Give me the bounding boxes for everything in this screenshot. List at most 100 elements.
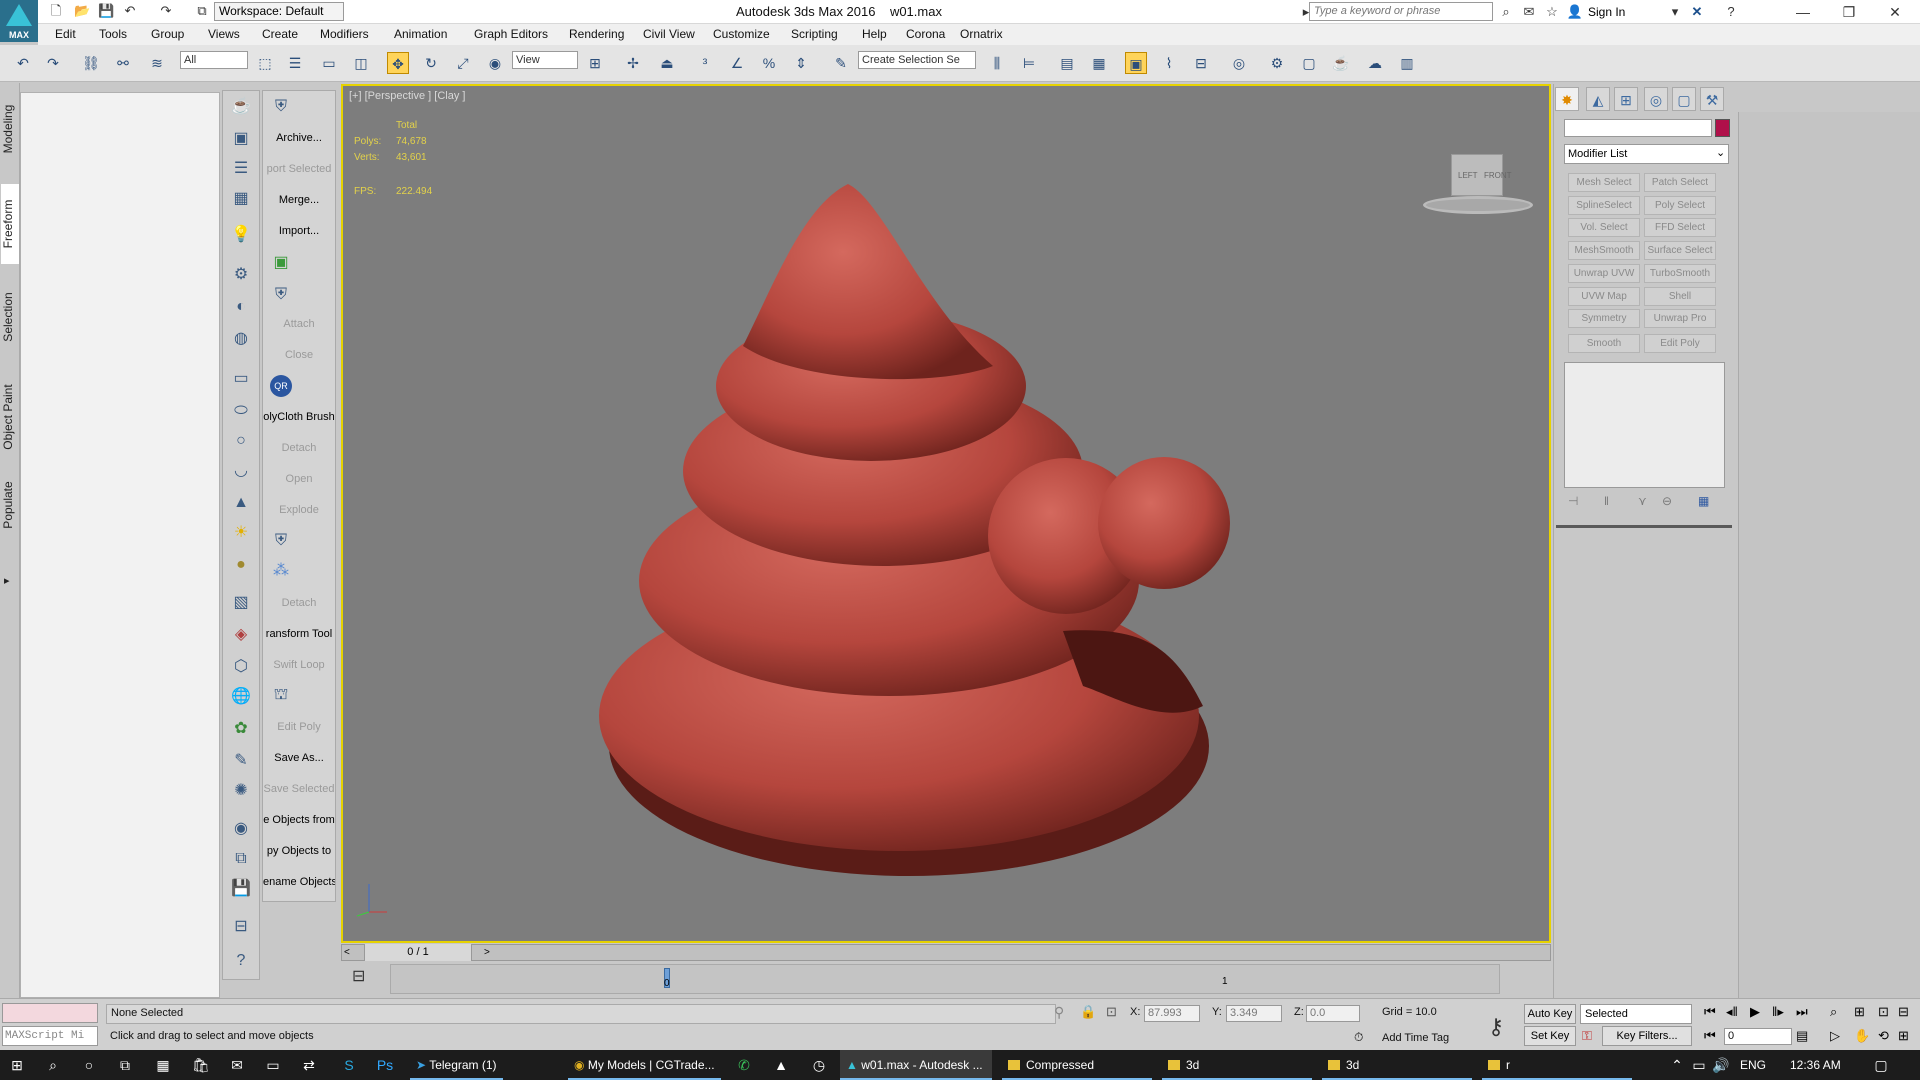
light-bulb-icon[interactable]: 💡 [228,222,254,248]
select-and-move-icon[interactable]: ✥ [387,52,409,74]
spinner-snap-icon[interactable]: ⇕ [790,52,812,74]
task-view-icon[interactable]: ⧉ [116,1056,134,1074]
edit-poly-icon[interactable]: ⛫ [268,682,294,708]
merge-button[interactable]: Merge... [263,189,335,211]
mod-ffd-select[interactable]: FFD Select [1644,218,1716,237]
menu-views[interactable]: Views [208,27,240,41]
current-frame-field[interactable]: 0 [1724,1028,1792,1045]
make-unique-icon[interactable]: ⋎ [1638,494,1647,508]
menu-rendering[interactable]: Rendering [569,27,624,41]
sign-in-dropdown-icon[interactable]: ▾ [1666,3,1684,21]
menu-tools[interactable]: Tools [99,27,127,41]
tray-chevron-up-icon[interactable]: ⌃ [1668,1056,1686,1074]
rectangle-selection-icon[interactable]: ▭ [318,52,340,74]
redo-icon[interactable]: ↷ [42,52,64,74]
menu-scripting[interactable]: Scripting [791,27,838,41]
mod-vol-select[interactable]: Vol. Select [1568,218,1640,237]
render-activeshade-icon[interactable]: ☁ [1364,52,1386,74]
box-primitive-icon[interactable]: ▭ [228,366,254,392]
select-manipulate-icon[interactable]: ✢ [622,52,644,74]
set-key-mode-icon[interactable]: ⚷ [1488,1014,1504,1040]
material-editor-icon[interactable]: ◎ [1228,52,1250,74]
sign-in-button[interactable]: Sign In [1588,5,1625,19]
globe-icon[interactable]: 🌐 [228,684,254,710]
image-viewer-icon[interactable]: ▣ [228,126,254,152]
viewcube-compass-ring[interactable] [1423,196,1533,214]
viewcube-left-face[interactable]: LEFT [1458,171,1478,180]
menu-ornatrix[interactable]: Ornatrix [960,27,1003,41]
track-bar[interactable] [390,964,1500,994]
menu-modifiers[interactable]: Modifiers [320,27,369,41]
monitor-icon[interactable]: ▭ [264,1056,282,1074]
sphere-shaded-icon[interactable]: ◉ [228,816,254,842]
save-as-button[interactable]: Save As... [263,747,335,769]
merge-objects-button[interactable]: e Objects from [263,809,335,831]
curve-editor-icon[interactable]: ⌇ [1158,52,1180,74]
go-to-end-icon[interactable]: ⏭ [1796,1004,1808,1020]
zoom-extents-icon[interactable]: ⊡ [1878,1004,1889,1020]
gear-sphere-icon[interactable]: ✺ [228,778,254,804]
minimize-icon[interactable]: — [1780,0,1826,24]
time-slider-track[interactable] [341,944,1551,961]
set-key-button[interactable]: Set Key [1524,1026,1576,1046]
polycloth-brush-button[interactable]: olyCloth Brush [263,406,335,428]
modifier-stack-icon[interactable]: ◈ [228,622,254,648]
utilities-tab-icon[interactable]: ⚒ [1700,87,1724,111]
app-logo-button[interactable]: MAX [0,0,38,42]
close-button[interactable]: Close [263,344,335,366]
mod-unwrap-uvw[interactable]: Unwrap UVW [1568,264,1640,283]
remove-modifier-icon[interactable]: ⊖ [1662,494,1672,508]
photoshop-icon[interactable]: Ps [376,1056,394,1074]
object-name-field[interactable] [1564,119,1712,137]
auto-key-button[interactable]: Auto Key [1524,1004,1576,1024]
redo-icon[interactable]: ↷ [158,3,174,19]
archive-button[interactable]: Archive... [263,127,335,149]
isolate-selection-icon[interactable]: ⚲ [1054,1004,1064,1021]
tab-object-paint[interactable]: Object Paint [1,377,19,457]
shield-icon-2[interactable]: ⛨ [268,528,294,554]
camera-rig-icon[interactable]: ◍ [228,326,254,352]
workspace-dropdown[interactable]: Workspace: Default [214,2,344,21]
x-coord-field[interactable]: 87.993 [1144,1005,1200,1022]
pin-stack-icon[interactable]: ⊣ [1568,494,1578,508]
clock-app-icon[interactable]: ◷ [810,1056,828,1074]
tab-freeform[interactable]: Freeform [1,184,19,264]
save-selected-button[interactable]: Save Selected [263,778,335,800]
menu-create[interactable]: Create [262,27,298,41]
bind-space-warp-icon[interactable]: ≋ [146,52,168,74]
taskbar-folder-compressed[interactable]: Compressed [1002,1050,1152,1080]
chevron-down-icon[interactable]: ⌄ [1716,146,1725,159]
ellipse-icon[interactable]: ⬭ [228,398,254,424]
modify-tab-icon[interactable]: ◭ [1586,87,1610,111]
restore-icon[interactable]: ❐ [1826,0,1872,24]
display-tab-icon[interactable]: ▢ [1672,87,1696,111]
open-file-icon[interactable]: 📂 [74,3,90,19]
perspective-viewport[interactable]: [+] [Perspective ] [Clay ] Total Polys: … [341,84,1551,943]
help-circle-icon[interactable]: ? [228,948,254,974]
mod-symmetry[interactable]: Symmetry [1568,309,1640,328]
calculator-icon[interactable]: ▦ [154,1056,172,1074]
key-filters-button[interactable]: Key Filters... [1602,1026,1692,1046]
shape-icon[interactable]: ⬡ [228,654,254,680]
ribbon-expand-icon[interactable]: ▸ [4,574,10,587]
photo-icon[interactable]: ▣ [268,250,294,276]
mod-spline-select[interactable]: SplineSelect [1568,196,1640,215]
named-selection-set-dropdown[interactable]: Create Selection Se [858,51,976,69]
mod-smooth[interactable]: Smooth [1568,334,1640,353]
menu-corona[interactable]: Corona [906,27,945,41]
mod-patch-select[interactable]: Patch Select [1644,173,1716,192]
layer-explorer-icon[interactable]: ▤ [1056,52,1078,74]
project-folder-icon[interactable]: ⧉ [194,3,210,19]
render-frame-icon[interactable]: ▥ [1396,52,1418,74]
copy-objects-button[interactable]: py Objects to [263,840,335,862]
robot-icon[interactable]: ⚙ [228,262,254,288]
bowl-icon[interactable]: ◡ [228,458,254,484]
mail-icon[interactable]: ✉ [228,1056,246,1074]
particles-icon[interactable]: ⁂ [268,558,294,584]
attach-button[interactable]: Attach [263,313,335,335]
taskbar-folder-3d-2[interactable]: 3d [1322,1050,1472,1080]
absolute-mode-icon[interactable]: ⊡ [1106,1004,1117,1020]
menu-graph-editors[interactable]: Graph Editors [474,27,548,41]
time-config-icon[interactable]: ▤ [1796,1028,1808,1044]
taskbar-telegram[interactable]: ➤ Telegram (1) [410,1050,503,1080]
